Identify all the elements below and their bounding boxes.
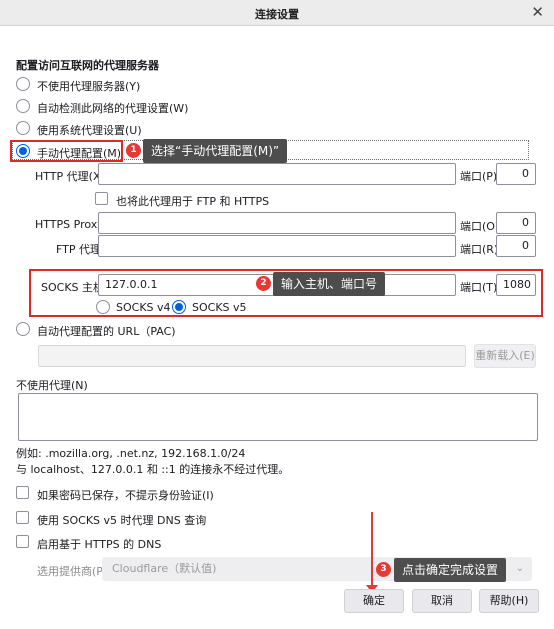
annotation-arrow-line [371, 512, 373, 586]
socks-dns-checkbox[interactable] [16, 511, 29, 524]
https-proxy-label: HTTPS Proxy [35, 218, 104, 231]
annotation-tooltip-2: 输入主机、端口号 [273, 272, 386, 296]
dialog-titlebar: 连接设置 ✕ [0, 0, 554, 26]
ok-button[interactable]: 确定 [344, 589, 404, 613]
radio-no-proxy-label: 不使用代理服务器(Y) [37, 80, 141, 93]
http-proxy-input[interactable] [98, 163, 456, 185]
radio-socks-v5[interactable] [172, 300, 186, 314]
help-button[interactable]: 帮助(H) [479, 589, 539, 613]
no-proxy-note: 与 localhost、127.0.0.1 和 ::1 的连接永不经过代理。 [16, 463, 290, 476]
https-port-label: 端口(O) [460, 220, 500, 233]
annotation-badge-2: 2 [256, 276, 271, 291]
radio-pac[interactable] [16, 322, 30, 336]
ftp-proxy-input[interactable] [98, 235, 456, 257]
socks-port-input[interactable]: 1080 [496, 274, 536, 296]
http-port-label: 端口(P) [460, 170, 498, 183]
radio-manual-proxy-label: 手动代理配置(M) [37, 147, 122, 160]
radio-socks-v4-label: SOCKS v4 [116, 301, 171, 314]
radio-manual-proxy[interactable] [16, 144, 30, 158]
also-use-proxy-checkbox[interactable] [95, 192, 108, 205]
close-icon[interactable]: ✕ [531, 3, 544, 21]
radio-socks-v5-label: SOCKS v5 [192, 301, 247, 314]
radio-auto-detect-label: 自动检测此网络的代理设置(W) [37, 102, 189, 115]
socks-port-label: 端口(T) [460, 281, 498, 294]
dns-over-https-label: 启用基于 HTTPS 的 DNS [37, 538, 162, 551]
pac-url-input[interactable] [38, 345, 466, 367]
radio-system-proxy-label: 使用系统代理设置(U) [37, 124, 142, 137]
radio-socks-v4[interactable] [96, 300, 110, 314]
no-proxy-example: 例如: .mozilla.org, .net.nz, 192.168.1.0/2… [16, 447, 246, 460]
no-proxy-label: 不使用代理(N) [16, 379, 88, 392]
ftp-port-input[interactable]: 0 [496, 235, 536, 257]
cancel-button[interactable]: 取消 [412, 589, 472, 613]
annotation-badge-1: 1 [126, 143, 141, 158]
no-proxy-textarea[interactable] [18, 393, 538, 441]
dialog-title: 连接设置 [255, 8, 299, 21]
dns-over-https-checkbox[interactable] [16, 535, 29, 548]
no-auth-prompt-label: 如果密码已保存，不提示身份验证(I) [37, 489, 214, 502]
https-proxy-input[interactable] [98, 212, 456, 234]
radio-no-proxy[interactable] [16, 77, 30, 91]
radio-auto-detect[interactable] [16, 99, 30, 113]
https-port-input[interactable]: 0 [496, 212, 536, 234]
ftp-port-label: 端口(R) [460, 243, 499, 256]
no-auth-prompt-checkbox[interactable] [16, 486, 29, 499]
pac-reload-button[interactable]: 重新载入(E) [474, 344, 536, 368]
section-heading: 配置访问互联网的代理服务器 [16, 59, 159, 72]
annotation-tooltip-3: 点击确定完成设置 [394, 558, 507, 582]
also-use-proxy-label: 也将此代理用于 FTP 和 HTTPS [116, 195, 270, 208]
annotation-tooltip-1: 选择“手动代理配置(M)” [143, 139, 288, 163]
annotation-badge-3: 3 [376, 562, 391, 577]
socks-dns-label: 使用 SOCKS v5 时代理 DNS 查询 [37, 514, 207, 527]
radio-pac-label: 自动代理配置的 URL（PAC) [37, 325, 176, 338]
chevron-down-icon: ⌄ [515, 563, 524, 574]
http-proxy-label: HTTP 代理(X) [35, 170, 105, 183]
socks-host-label: SOCKS 主机 [41, 281, 105, 294]
http-port-input[interactable]: 0 [496, 163, 536, 185]
dns-provider-label: 选用提供商(P) [37, 565, 108, 578]
ftp-proxy-label: FTP 代理 [56, 243, 101, 256]
dns-provider-value: Cloudflare（默认值) [112, 562, 217, 575]
radio-system-proxy[interactable] [16, 121, 30, 135]
